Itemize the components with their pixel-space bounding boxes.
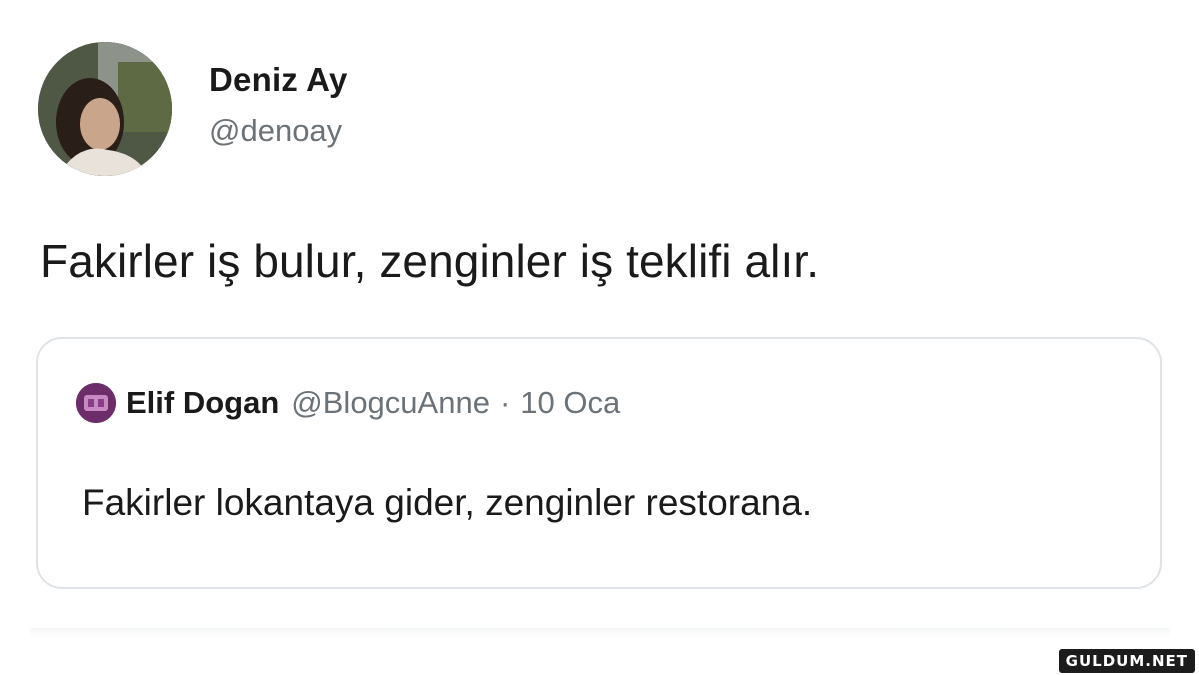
author-info: Deniz Ay @denoay <box>209 61 348 149</box>
site-watermark: GULDUM.NET <box>1058 649 1195 673</box>
quoted-avatar-photo-icon <box>76 383 116 423</box>
quoted-tweet-header: Elif Dogan @BlogcuAnne · 10 Oca <box>76 383 620 423</box>
quoted-author-handle[interactable]: @BlogcuAnne <box>291 385 490 421</box>
quoted-tweet-timestamp[interactable]: 10 Oca <box>520 385 620 421</box>
author-handle[interactable]: @denoay <box>209 113 348 149</box>
quoted-tweet-text: Fakirler lokantaya gider, zenginler rest… <box>82 482 813 523</box>
tweet-text: Fakirler iş bulur, zenginler iş teklifi … <box>40 235 820 287</box>
tweet-screenshot: Deniz Ay @denoay Fakirler iş bulur, zeng… <box>0 0 1199 675</box>
quoted-author-avatar[interactable] <box>76 383 116 423</box>
avatar-photo-icon <box>38 42 172 176</box>
quoted-author-display-name[interactable]: Elif Dogan <box>126 385 279 421</box>
author-display-name[interactable]: Deniz Ay <box>209 61 348 99</box>
bottom-divider <box>30 628 1170 638</box>
author-avatar[interactable] <box>38 42 172 176</box>
quoted-header-separator: · <box>499 385 511 420</box>
quoted-tweet-card[interactable]: Elif Dogan @BlogcuAnne · 10 Oca Fakirler… <box>36 337 1162 589</box>
tweet-author-header: Deniz Ay @denoay <box>38 42 348 176</box>
